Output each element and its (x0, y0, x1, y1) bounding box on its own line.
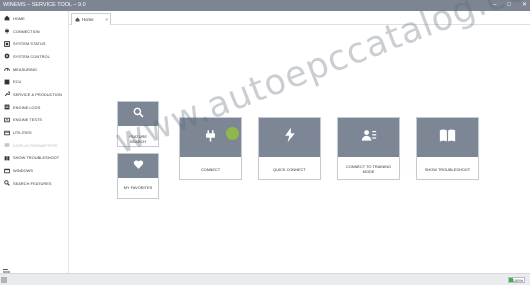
sidebar-item-system-control[interactable]: SYSTEM CONTROL (0, 50, 68, 63)
sidebar-item-label: ENGINE LOGS (13, 104, 41, 110)
sidebar-item-system-status[interactable]: SYSTEM STATUS (0, 37, 68, 50)
sidebar-item-utilities[interactable]: UTILITIES (0, 126, 68, 139)
sidebar-item-label: UTILITIES (13, 130, 32, 136)
sidebar-item-label: SERVICE & PRODUCTION (13, 91, 62, 97)
sidebar-item-label: HOME (13, 15, 25, 21)
sidebar-item-label: CONNECTION (13, 28, 40, 34)
sidebar-item-home[interactable]: HOME (0, 12, 68, 25)
tile-label: CONNECT TO TRAINING MODE (345, 164, 392, 174)
status-icon (4, 40, 10, 47)
gauge-icon (4, 66, 10, 72)
quick-connect-tile[interactable]: QUICK CONNECT (258, 117, 321, 180)
show-troubleshoot-tile[interactable]: SHOW TROUBLESHOOT (416, 117, 479, 180)
sidebar-item-connection[interactable]: CONNECTION (0, 25, 68, 38)
mouse-cursor-highlight (226, 127, 239, 140)
book-icon (4, 155, 10, 161)
training-mode-tile[interactable]: CONNECT TO TRAINING MODE (337, 117, 400, 180)
sidebar-item-label: SEARCH FEATURES (13, 180, 52, 186)
heart-icon (133, 157, 144, 175)
plug-icon (4, 28, 10, 35)
sidebar-item-measuring[interactable]: MEASURING (0, 63, 68, 76)
sidebar-item-ecu[interactable]: ECU (0, 75, 68, 88)
sidebar-item-show-troubleshoot[interactable]: SHOW TROUBLESHOOT (0, 152, 68, 165)
menu-collapse-icon[interactable] (3, 262, 10, 275)
windows-icon (4, 168, 10, 174)
status-indicator (1, 277, 7, 283)
sidebar-item-label: SHOW TROUBLESHOOT (13, 155, 60, 161)
status-bar: 100% (0, 273, 530, 285)
tile-label: QUICK CONNECT (273, 167, 306, 172)
window-title: WINEMS – SERVICE TOOL – 9.0 (3, 2, 86, 8)
sidebar-item-engine-logs[interactable]: ENGINE LOGS (0, 101, 68, 114)
progress-text: 100% (512, 278, 523, 283)
sidebar-item-engine-tests[interactable]: ENGINE TESTS (0, 114, 68, 127)
sidebar-item-label: MEASURING (13, 66, 38, 72)
sidebar-item-label: SYSTEM CONTROL (13, 53, 50, 59)
tile-header (259, 118, 320, 157)
sidebar-item-label: SYSTEM STATUS (13, 41, 46, 47)
lightning-icon (282, 127, 298, 148)
sidebar-item-display-parameters: DISPLAY PARAMETERS (0, 139, 68, 152)
sidebar-item-label: ECU (13, 79, 22, 85)
logs-icon (4, 104, 10, 110)
tab-home[interactable]: Home × (71, 13, 111, 25)
sidebar-item-label: DISPLAY PARAMETERS (13, 142, 58, 148)
sidebar-item-service-production[interactable]: SERVICE & PRODUCTION (0, 88, 68, 101)
tile-label: MY FAVORITES (123, 185, 153, 190)
tile-label: SHOW TROUBLESHOOT (424, 167, 471, 172)
close-icon[interactable]: × (105, 17, 108, 22)
progress-indicator: 100% (508, 277, 525, 283)
tab-label: Home (82, 17, 94, 22)
tests-icon (4, 117, 10, 123)
tile-header (338, 118, 399, 157)
user-card-icon (361, 127, 377, 148)
home-icon (4, 15, 10, 21)
wrench-icon (4, 91, 10, 97)
chip-icon (4, 79, 10, 85)
utilities-icon (4, 130, 10, 136)
search-icon (4, 180, 10, 187)
sidebar-item-search-features[interactable]: SEARCH FEATURES (0, 177, 68, 190)
book-icon (439, 127, 456, 149)
tile-label: CONNECT (200, 167, 221, 172)
sidebar-item-label: WINDOWS (13, 168, 34, 174)
home-icon (75, 17, 80, 23)
sidebar-item-windows[interactable]: WINDOWS (0, 164, 68, 177)
sidebar-item-label: ENGINE TESTS (13, 117, 43, 123)
sidebar: HOME CONNECTION SYSTEM STATUS SYSTEM CON… (0, 11, 69, 275)
display-icon (4, 142, 10, 148)
control-icon (4, 53, 10, 59)
tile-header (417, 118, 478, 157)
